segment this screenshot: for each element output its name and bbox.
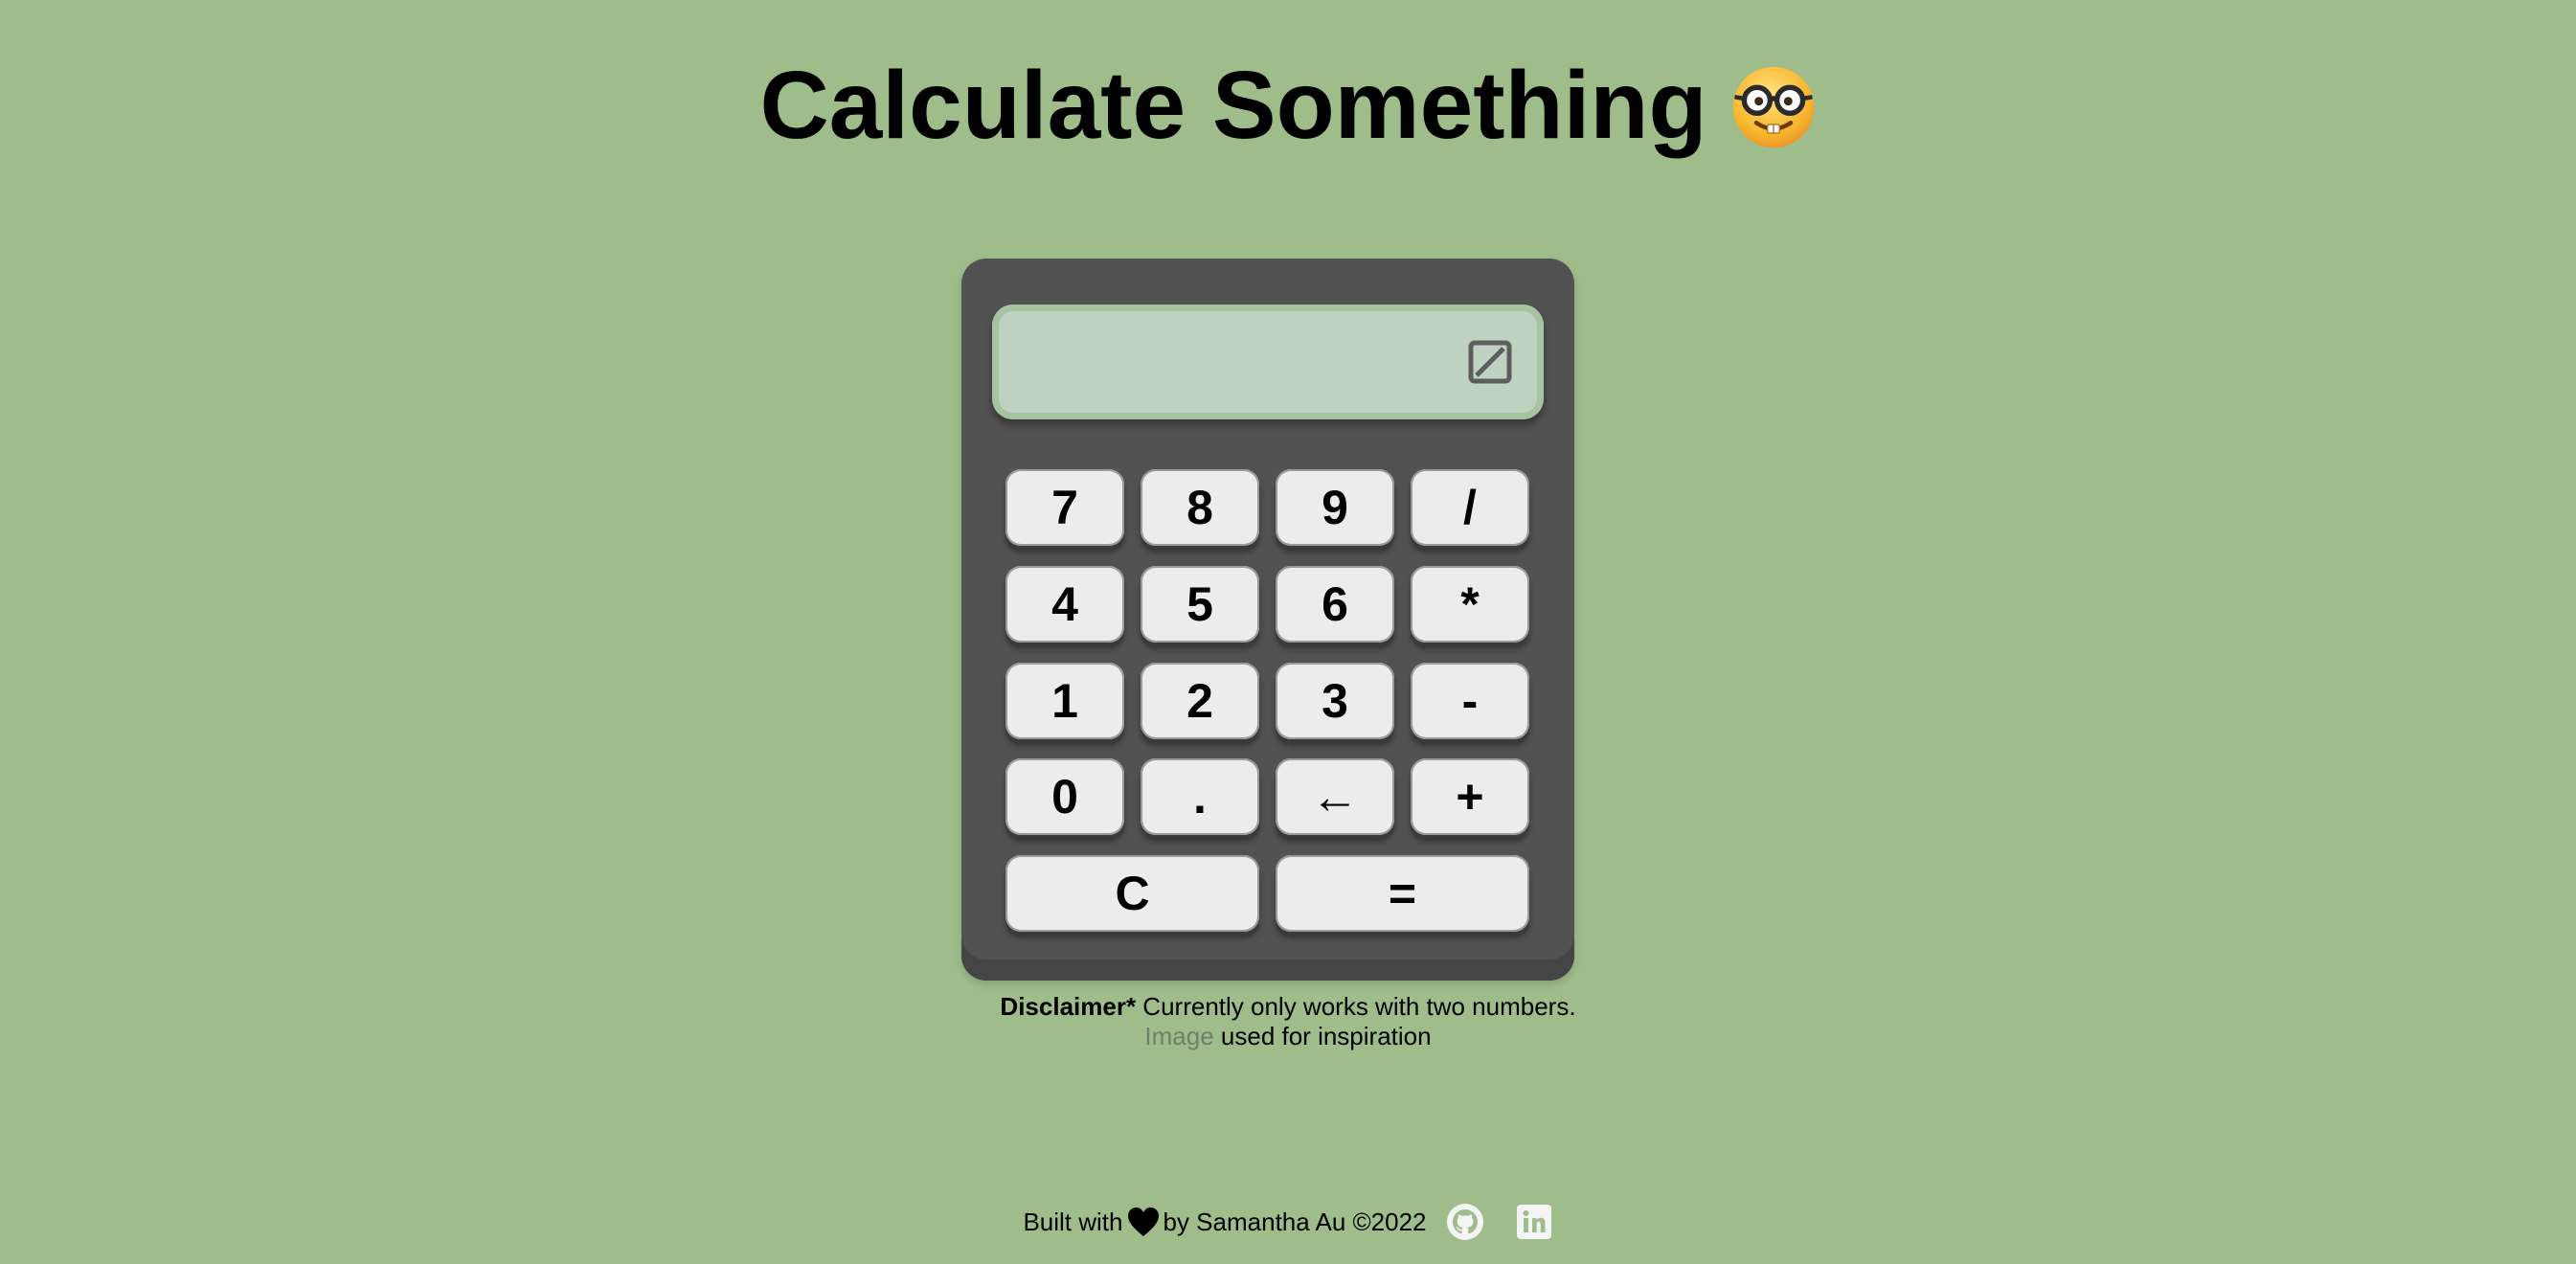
subtract-button-label: - xyxy=(1461,674,1479,728)
two-button[interactable]: 2 xyxy=(1141,663,1259,739)
no-entry-square-icon xyxy=(1468,340,1512,384)
heart-icon xyxy=(1127,1208,1159,1236)
four-button-label: 4 xyxy=(1051,577,1078,631)
six-button-label: 6 xyxy=(1322,577,1348,631)
footer: Built with by Samantha Au ©2022 xyxy=(0,1203,2576,1241)
six-button[interactable]: 6 xyxy=(1276,566,1394,643)
add-button[interactable]: + xyxy=(1411,758,1529,835)
one-button[interactable]: 1 xyxy=(1006,663,1124,739)
eight-button[interactable]: 8 xyxy=(1141,469,1259,546)
divide-button-label: / xyxy=(1463,481,1477,534)
page-title-text: Calculate Something xyxy=(759,52,1707,159)
image-link[interactable]: Image xyxy=(1144,1022,1213,1050)
inspiration-line: Image used for inspiration xyxy=(0,1022,2576,1051)
zero-button-label: 0 xyxy=(1051,770,1078,824)
add-button-label: + xyxy=(1456,770,1484,824)
nine-button-label: 9 xyxy=(1322,481,1348,534)
disclaimer-label: Disclaimer* xyxy=(1000,992,1137,1021)
disclaimer: Disclaimer* Currently only works with tw… xyxy=(0,992,2576,1051)
four-button[interactable]: 4 xyxy=(1006,566,1124,643)
equals-button[interactable]: = xyxy=(1276,855,1529,932)
backspace-button-label: ← xyxy=(1311,770,1359,824)
three-button[interactable]: 3 xyxy=(1276,663,1394,739)
divide-button[interactable]: / xyxy=(1411,469,1529,546)
nerd-face-icon xyxy=(1732,66,1814,147)
multiply-button-label: * xyxy=(1460,577,1480,631)
clear-button-label: C xyxy=(1115,867,1150,920)
page-title: Calculate Something xyxy=(0,48,2576,163)
built-with-text: Built with xyxy=(1023,1207,1123,1236)
calculator: 7 8 9 / 4 5 6 * 1 2 3 - 0. ← + C = xyxy=(961,259,1574,981)
zero-button[interactable]: 0 xyxy=(1006,758,1124,835)
github-icon[interactable] xyxy=(1446,1203,1484,1241)
decimal-button[interactable]: . xyxy=(1141,758,1259,835)
five-button[interactable]: 5 xyxy=(1141,566,1259,643)
seven-button[interactable]: 7 xyxy=(1006,469,1124,546)
nine-button[interactable]: 9 xyxy=(1276,469,1394,546)
backspace-button[interactable]: ← xyxy=(1276,758,1394,835)
five-button-label: 5 xyxy=(1186,577,1213,631)
equals-button-label: = xyxy=(1388,867,1417,920)
two-button-label: 2 xyxy=(1186,674,1213,728)
author-text: by Samantha Au ©2022 xyxy=(1163,1207,1427,1236)
one-button-label: 1 xyxy=(1051,674,1078,728)
disclaimer-text: Currently only works with two numbers. xyxy=(1136,992,1576,1021)
subtract-button[interactable]: - xyxy=(1411,663,1529,739)
disclaimer-line: Disclaimer* Currently only works with tw… xyxy=(0,992,2576,1022)
multiply-button[interactable]: * xyxy=(1411,566,1529,643)
eight-button-label: 8 xyxy=(1186,481,1213,534)
linkedin-icon[interactable] xyxy=(1515,1203,1553,1241)
inspiration-text: used for inspiration xyxy=(1213,1022,1432,1050)
seven-button-label: 7 xyxy=(1051,481,1078,534)
decimal-button-label: . xyxy=(1193,770,1207,824)
three-button-label: 3 xyxy=(1322,674,1348,728)
clear-button[interactable]: C xyxy=(1006,855,1259,932)
calculator-display xyxy=(992,305,1544,419)
